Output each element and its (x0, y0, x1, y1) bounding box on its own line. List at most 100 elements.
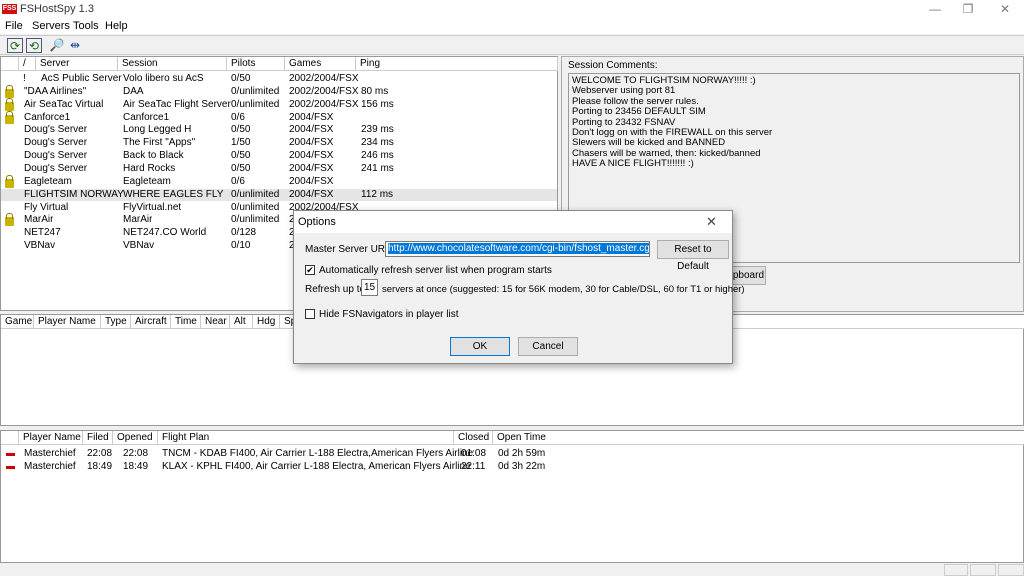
table-row[interactable] (1, 112, 557, 125)
refresh-count-input[interactable]: 15 (361, 279, 378, 296)
column-header[interactable]: Session (118, 57, 227, 71)
column-header[interactable]: Ping (356, 57, 558, 71)
cell-plan: KLAX - KPHL FI400, Air Carrier L-188 Ele… (162, 461, 471, 472)
dialog-title-bar: Options ✕ (294, 211, 732, 233)
hide-fsnav-label: Hide FSNavigators in player list (319, 309, 459, 320)
column-header[interactable]: Games (285, 57, 356, 71)
cell-games: 2004/FSX (289, 137, 334, 149)
cell-session: Canforce1 (123, 111, 170, 123)
column-header[interactable]: Server (36, 57, 118, 71)
refresh-suffix-label: servers at once (suggested: 15 for 56K m… (382, 284, 745, 295)
cell-open_time: 0d 3h 22m (498, 461, 546, 472)
cell-flag: ! (23, 73, 26, 84)
cell-server: Canforce1 (24, 111, 71, 123)
auto-refresh-label: Automatically refresh server list when p… (319, 265, 552, 276)
status-pane (944, 564, 968, 576)
cell-server: "DAA Airlines" (24, 85, 87, 97)
cell-server: Doug's Server (24, 124, 88, 136)
cell-games: 2004/FSX (289, 162, 334, 174)
column-header[interactable] (1, 431, 19, 445)
cell-closed: 01:08 (461, 448, 487, 459)
cell-plan: TNCM - KDAB FI400, Air Carrier L-188 Ele… (162, 448, 474, 459)
cell-pilots: 0/128 (231, 227, 257, 239)
cell-games: 2004/FSX (289, 124, 334, 136)
menu-servers[interactable]: Servers (32, 20, 70, 32)
cell-session: Hard Rocks (123, 162, 176, 174)
dialog-title: Options (298, 216, 336, 228)
column-header[interactable] (1, 57, 19, 71)
cell-pilots: 0/unlimited (231, 98, 280, 110)
connect-icon[interactable]: ⇹ (67, 38, 83, 53)
cell-player: Masterchief (24, 461, 76, 472)
cell-session: VBNav (123, 240, 155, 252)
reset-to-default-button[interactable]: Reset to Default (657, 240, 729, 272)
cancel-button[interactable]: Cancel (518, 337, 578, 356)
column-header[interactable]: Time (171, 315, 201, 329)
column-header[interactable]: Filed (83, 431, 113, 445)
column-header[interactable]: Open Time (493, 431, 1024, 445)
lock-icon (5, 97, 14, 111)
cell-server: Doug's Server (24, 162, 88, 174)
refresh-selected-icon[interactable]: ⟲ (26, 38, 42, 53)
column-header[interactable]: Player Name (19, 431, 83, 445)
options-icon[interactable]: 🔎 (49, 38, 65, 53)
column-header[interactable]: Hdg (253, 315, 280, 329)
restore-button[interactable]: ❐ (953, 2, 983, 16)
column-header[interactable]: Opened (113, 431, 158, 445)
master-url-label: Master Server URL: (305, 244, 394, 255)
close-button[interactable]: ✕ (990, 2, 1020, 16)
title-bar: FSS FSHostSpy 1.3 — ❐ ✕ (0, 0, 1024, 18)
cell-filed: 22:08 (87, 448, 113, 459)
column-header[interactable]: Alt (230, 315, 253, 329)
cell-games: 2002/2004/FSX (289, 73, 359, 84)
hide-fsnav-checkbox[interactable] (305, 309, 315, 319)
cell-ping: 234 ms (361, 137, 394, 149)
column-header[interactable]: Flight Plan (158, 431, 454, 445)
status-bar (0, 563, 1024, 576)
ok-button[interactable]: OK (450, 337, 510, 356)
column-header[interactable]: Near (201, 315, 230, 329)
lock-icon (5, 84, 14, 98)
cell-session: WHERE EAGLES FLY (123, 188, 224, 200)
cell-session: Air SeaTac Flight Server (123, 98, 231, 110)
cell-pilots: 0/50 (231, 162, 251, 174)
cell-pilots: 0/10 (231, 240, 251, 252)
cell-open_time: 0d 2h 59m (498, 448, 546, 459)
cell-session: Long Legged H (123, 124, 192, 136)
cell-server: NET247 (24, 227, 61, 239)
menu-help[interactable]: Help (105, 20, 128, 32)
column-header[interactable]: Player Name (34, 315, 101, 329)
column-header[interactable]: Closed (454, 431, 493, 445)
minimize-button[interactable]: — (920, 2, 950, 16)
cell-session: FlyVirtual.net (123, 201, 182, 213)
column-header[interactable]: Aircraft (131, 315, 171, 329)
menu-file[interactable]: File (5, 20, 23, 32)
cell-pilots: 0/50 (231, 73, 251, 84)
flight-plan-list[interactable]: Player Name Filed Opened Flight Plan Closed O… (0, 430, 1024, 563)
table-row[interactable] (1, 176, 557, 189)
cell-server: Fly Virtual (24, 201, 69, 213)
options-dialog: Options ✕ Master Server URL: http://www.… (293, 210, 745, 364)
cell-ping: 112 ms (361, 188, 394, 200)
column-header[interactable]: / (19, 57, 36, 71)
cell-games: 2004/FSX (289, 150, 334, 162)
refresh-icon[interactable]: ⟳ (7, 38, 23, 53)
cell-pilots: 1/50 (231, 137, 251, 149)
master-url-input[interactable]: http://www.chocolatesoftware.com/cgi-bin… (385, 241, 650, 257)
column-header[interactable]: Game (1, 315, 34, 329)
column-header[interactable]: Type (101, 315, 131, 329)
auto-refresh-checkbox[interactable]: ✔ (305, 265, 315, 275)
window-title: FSHostSpy 1.3 (20, 3, 94, 15)
dialog-close-button[interactable]: ✕ (706, 214, 717, 230)
cell-session: NET247.CO World (123, 227, 207, 239)
menu-tools[interactable]: Tools (73, 20, 99, 32)
cell-games: 2004/FSX (289, 188, 334, 200)
column-header[interactable]: Pilots (227, 57, 285, 71)
status-pane (970, 564, 996, 576)
cell-session: Eagleteam (123, 175, 171, 187)
cell-ping: 239 ms (361, 124, 394, 136)
toolbar: ⟳ ⟲ 🔎 ⇹ (0, 35, 1024, 55)
cell-server: VBNav (24, 240, 56, 252)
comment-line: HAVE A NICE FLIGHT!!!!!!! :) (572, 158, 694, 170)
lock-icon (5, 110, 14, 124)
